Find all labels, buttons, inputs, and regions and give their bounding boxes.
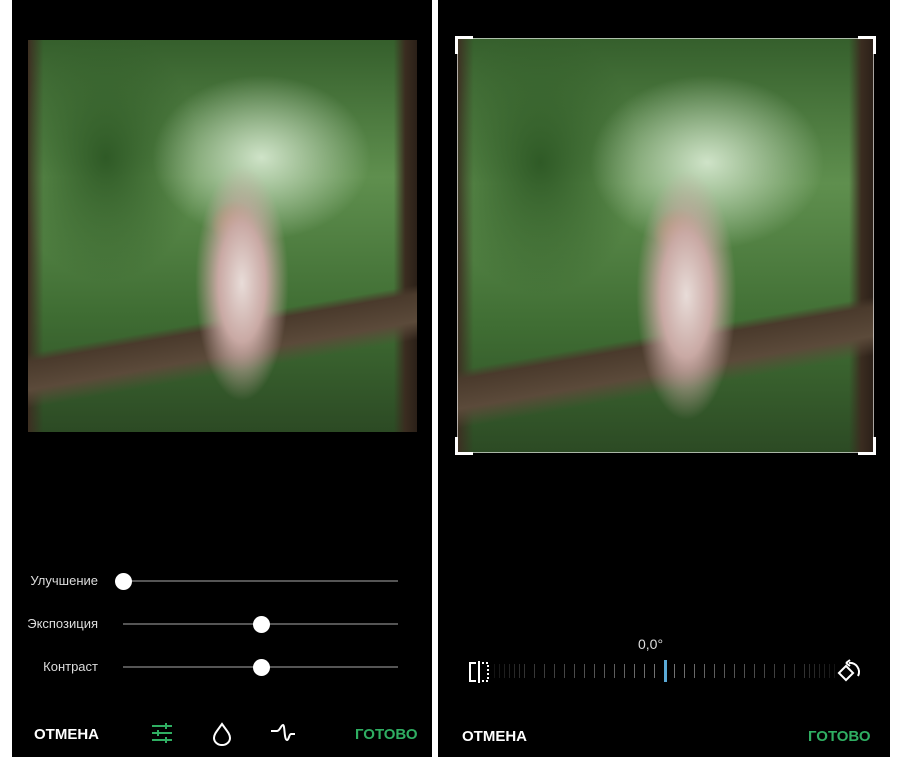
ruler-tick xyxy=(754,664,755,678)
ruler-tick xyxy=(704,664,705,678)
ruler-tick xyxy=(564,664,565,678)
ruler-tick xyxy=(714,664,715,678)
adjust-panel: Улучшение Экспозиция Контраст ОТМЕНА ГОТОВ… xyxy=(12,0,432,757)
ruler-tick xyxy=(794,664,795,678)
ruler-tick xyxy=(784,664,785,678)
ruler-tick xyxy=(764,664,765,678)
ruler-tick xyxy=(734,664,735,678)
done-button[interactable]: ГОТОВО xyxy=(355,726,418,743)
ruler-tick xyxy=(514,664,515,678)
ruler-tick xyxy=(674,664,675,678)
crop-handle-top-left[interactable] xyxy=(455,36,473,54)
crop-handle-top-right[interactable] xyxy=(858,36,876,54)
ruler-tick xyxy=(819,664,820,678)
slider-row: Улучшение xyxy=(12,571,432,591)
crop-handle-bottom-right[interactable] xyxy=(858,437,876,455)
ruler-tick xyxy=(654,664,655,678)
slider-label: Улучшение xyxy=(30,573,98,588)
ruler-tick xyxy=(814,664,815,678)
sliders-icon[interactable] xyxy=(151,722,173,744)
slider-row: Экспозиция xyxy=(12,614,432,634)
slider-thumb[interactable] xyxy=(252,616,270,633)
slider-label: Контраст xyxy=(43,659,98,674)
ruler-tick xyxy=(554,664,555,678)
ruler-tick xyxy=(574,664,575,678)
photo-preview xyxy=(28,40,417,432)
flip-icon[interactable] xyxy=(466,660,494,684)
cancel-button[interactable]: ОТМЕНА xyxy=(34,726,99,743)
ruler-tick xyxy=(834,664,835,678)
slider-thumb[interactable] xyxy=(115,573,132,590)
slider-label: Экспозиция xyxy=(27,616,98,631)
ruler-tick xyxy=(774,664,775,678)
ruler-tick xyxy=(624,664,625,678)
ruler-tick xyxy=(544,664,545,678)
drop-icon[interactable] xyxy=(211,722,233,746)
angle-readout: 0,0° xyxy=(638,636,664,652)
crop-handle-bottom-left[interactable] xyxy=(455,437,473,455)
ruler-tick xyxy=(524,664,525,678)
ruler-tick xyxy=(829,664,830,678)
ruler-tick xyxy=(504,664,505,678)
slider-track[interactable] xyxy=(123,580,398,582)
slider-row: Контраст xyxy=(12,657,432,677)
ruler-tick xyxy=(644,664,645,678)
crop-frame[interactable] xyxy=(457,38,874,453)
slider-thumb[interactable] xyxy=(252,659,270,676)
ruler-marker xyxy=(664,660,667,682)
ruler-tick xyxy=(724,664,725,678)
ruler-tick xyxy=(824,664,825,678)
ruler-tick xyxy=(809,664,810,678)
ruler-tick xyxy=(584,664,585,678)
ruler-tick xyxy=(604,664,605,678)
ruler-tick xyxy=(534,664,535,678)
ruler-tick xyxy=(494,664,495,678)
ruler-tick xyxy=(684,664,685,678)
cancel-button[interactable]: ОТМЕНА xyxy=(462,728,527,745)
ruler-tick xyxy=(509,664,510,678)
ruler-tick xyxy=(499,664,500,678)
done-button[interactable]: ГОТОВО xyxy=(808,728,871,745)
ruler-tick xyxy=(694,664,695,678)
ruler-tick xyxy=(594,664,595,678)
curve-icon[interactable] xyxy=(270,722,296,744)
crop-panel: 0,0° ОТМЕНА ГОТОВО xyxy=(438,0,890,757)
ruler-tick xyxy=(634,664,635,678)
ruler-tick xyxy=(519,664,520,678)
rotation-ruler[interactable] xyxy=(494,660,835,682)
ruler-tick xyxy=(614,664,615,678)
ruler-tick xyxy=(804,664,805,678)
rotate-icon[interactable] xyxy=(836,658,864,686)
ruler-tick xyxy=(744,664,745,678)
